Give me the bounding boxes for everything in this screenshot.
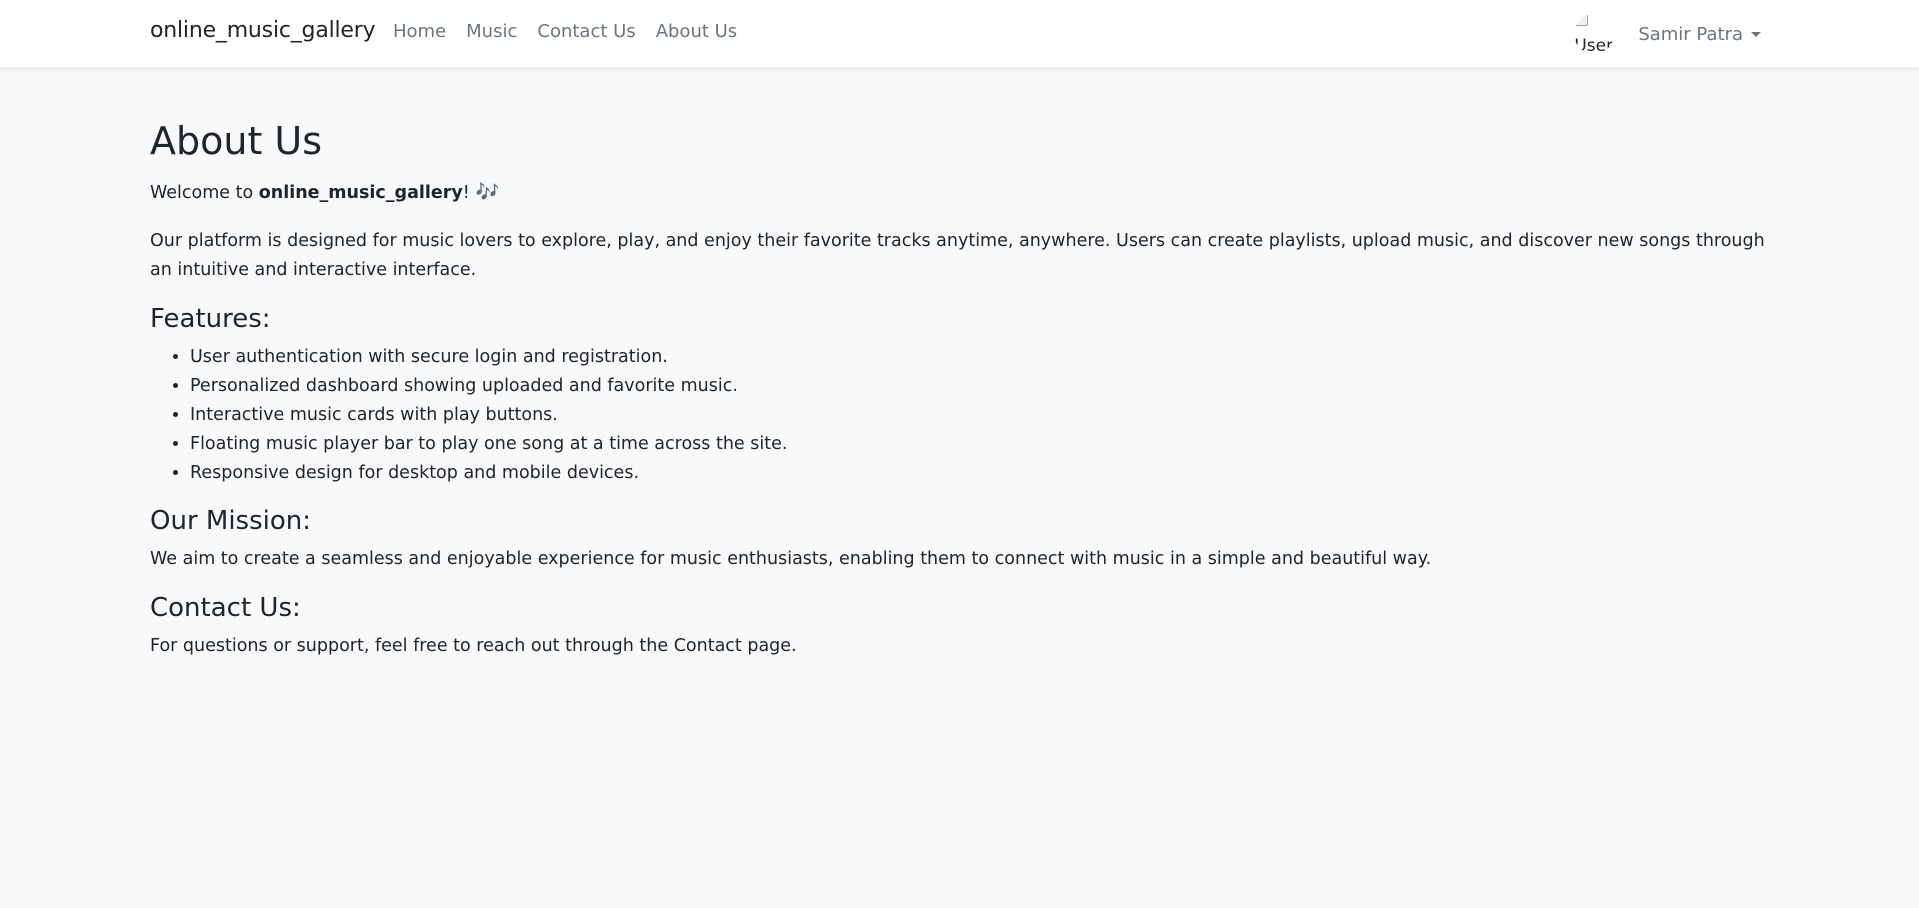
music-notes-icon: 🎶 [475, 180, 500, 203]
contact-paragraph: For questions or support, feel free to r… [150, 636, 797, 657]
nav-link-about-us[interactable]: About Us [646, 21, 748, 42]
list-item: User authentication with secure login an… [190, 343, 1770, 372]
user-menu-dropdown[interactable]: Samir Patra [1638, 24, 1761, 45]
list-item: Interactive music cards with play button… [190, 401, 1770, 430]
user-name: Samir Patra [1638, 23, 1743, 45]
nav-link-music[interactable]: Music [456, 21, 527, 42]
avatar-alt-text: User [1574, 36, 1614, 54]
list-item: Personalized dashboard showing uploaded … [190, 372, 1770, 401]
welcome-suffix: ! [462, 182, 470, 203]
user-area: User Samir Patra [1574, 12, 1761, 56]
features-heading: Features: [150, 303, 271, 334]
welcome-text: Welcome to online_music_gallery! 🎶 [150, 178, 1770, 208]
mission-paragraph: We aim to create a seamless and enjoyabl… [150, 549, 1432, 570]
page-title: About Us [150, 119, 323, 163]
intro-paragraph: Our platform is designed for music lover… [150, 230, 1765, 280]
top-navbar: online_music_gallery Home Music Contact … [0, 0, 1919, 68]
broken-image-icon [1574, 14, 1589, 26]
list-item: Floating music player bar to play one so… [190, 430, 1770, 459]
welcome-brand: online_music_gallery [258, 182, 463, 203]
nav-link-contact-us[interactable]: Contact Us [527, 21, 645, 42]
nav-links: Home Music Contact Us About Us [393, 21, 747, 42]
avatar[interactable]: User [1574, 14, 1614, 54]
nav-link-home[interactable]: Home [393, 21, 456, 42]
caret-down-icon [1751, 31, 1761, 37]
mission-heading: Our Mission: [150, 505, 312, 536]
list-item: Responsive design for desktop and mobile… [190, 459, 1770, 488]
about-content: About Us Welcome to online_music_gallery… [150, 119, 1770, 680]
brand-link[interactable]: online_music_gallery [150, 18, 376, 43]
welcome-prefix: Welcome to [150, 182, 259, 203]
contact-heading: Contact Us: [150, 593, 301, 624]
features-list: User authentication with secure login an… [150, 343, 1770, 488]
